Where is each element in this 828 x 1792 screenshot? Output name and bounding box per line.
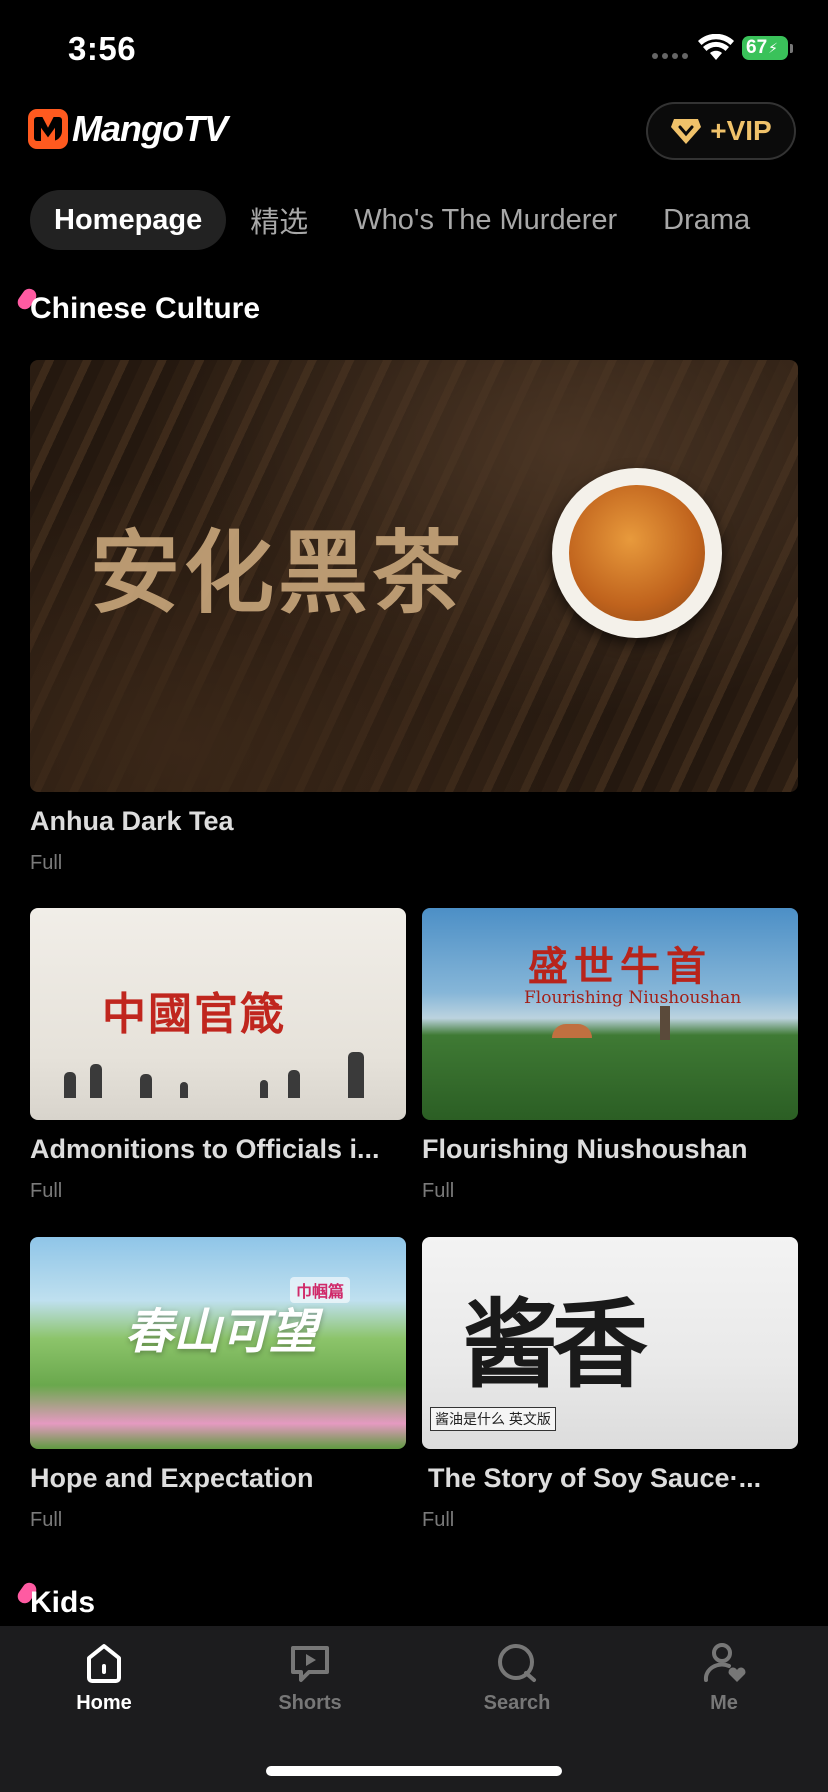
status-time: 3:56: [68, 30, 137, 67]
figure-illustration: [64, 1072, 76, 1098]
tab-whos-the-murderer[interactable]: Who's The Murderer: [354, 190, 617, 250]
figure-illustration: [180, 1082, 188, 1098]
thumbnail-hope-expectation[interactable]: 春山可望 巾帼篇: [30, 1237, 406, 1449]
profile-icon: [703, 1643, 746, 1682]
mango-logo-icon: [28, 109, 68, 149]
cellular-signal-icon: [652, 53, 688, 59]
card-title[interactable]: Hope and Expectation: [30, 1463, 406, 1494]
category-tabs: Homepage 精选 Who's The Murderer Drama: [30, 190, 796, 250]
section-title-kids: Kids: [30, 1586, 96, 1619]
hero-thumbnail[interactable]: 安化黑茶: [30, 360, 798, 792]
tab-featured[interactable]: 精选: [250, 190, 308, 250]
search-icon: [498, 1644, 536, 1682]
nav-me[interactable]: Me: [664, 1640, 784, 1715]
dome-illustration: [552, 1024, 592, 1038]
card-subtitle: Full: [422, 1180, 455, 1202]
wifi-icon: [698, 34, 734, 60]
nav-label: Shorts: [278, 1692, 342, 1714]
figure-illustration: [260, 1080, 268, 1098]
thumbnail-art-subtext: Flourishing Niushoushan: [524, 988, 742, 1008]
card-subtitle: Full: [30, 1509, 63, 1531]
thumbnail-badge: 酱油是什么 英文版: [430, 1407, 556, 1431]
nav-shorts[interactable]: Shorts: [250, 1640, 370, 1715]
play-icon: [291, 1646, 329, 1682]
nav-label: Me: [710, 1692, 738, 1714]
card-title[interactable]: The Story of Soy Sauce·...: [428, 1463, 798, 1494]
thumbnail-art-text: 盛世牛首: [528, 943, 712, 990]
vip-label: +VIP: [710, 115, 772, 146]
thumbnail-soy-sauce[interactable]: 酱香 酱油是什么 英文版: [422, 1237, 798, 1449]
thumbnail-art-text: 春山可望: [125, 1304, 318, 1360]
card-title[interactable]: Anhua Dark Tea: [30, 806, 798, 837]
card-subtitle: Full: [422, 1509, 455, 1531]
thumbnail-badge: 巾帼篇: [290, 1277, 351, 1303]
figure-illustration: [288, 1070, 300, 1098]
pagoda-illustration: [660, 1006, 670, 1040]
figure-illustration: [348, 1052, 364, 1098]
nav-home[interactable]: Home: [44, 1640, 164, 1715]
home-icon: [87, 1644, 121, 1683]
logo-text: MangoTV: [72, 108, 228, 149]
thumbnail-admonitions[interactable]: 中國官箴: [30, 908, 406, 1120]
tab-drama[interactable]: Drama: [663, 190, 750, 250]
section-title-chinese-culture: Chinese Culture: [30, 292, 261, 325]
figure-illustration: [90, 1064, 102, 1098]
card-title[interactable]: Flourishing Niushoushan: [422, 1134, 798, 1165]
tea-cup-illustration: [552, 468, 722, 638]
battery-level: 67: [746, 37, 768, 58]
card-title[interactable]: Admonitions to Officials i...: [30, 1134, 406, 1165]
mangotv-logo[interactable]: MangoTV: [28, 108, 228, 150]
thumbnail-art-text: 安化黑茶: [90, 520, 466, 626]
tab-homepage[interactable]: Homepage: [30, 190, 227, 250]
nav-label: Home: [76, 1692, 132, 1714]
vip-button[interactable]: +VIP: [646, 102, 796, 160]
status-bar: 3:56 67 ⚡: [0, 0, 828, 100]
battery-tip: [790, 44, 793, 53]
charging-icon: ⚡: [768, 39, 778, 56]
card-subtitle: Full: [30, 1180, 63, 1202]
nav-search[interactable]: Search: [457, 1640, 577, 1715]
nav-label: Search: [483, 1692, 551, 1714]
battery-indicator: 67 ⚡: [742, 36, 788, 60]
thumbnail-art-text: 酱香: [462, 1288, 648, 1401]
thumbnail-art-text: 中國官箴: [102, 989, 286, 1040]
thumbnail-niushoushan[interactable]: 盛世牛首 Flourishing Niushoushan: [422, 908, 798, 1120]
diamond-icon: [671, 119, 702, 144]
card-subtitle: Full: [30, 852, 63, 874]
home-indicator: [266, 1766, 562, 1776]
figure-illustration: [140, 1074, 152, 1098]
